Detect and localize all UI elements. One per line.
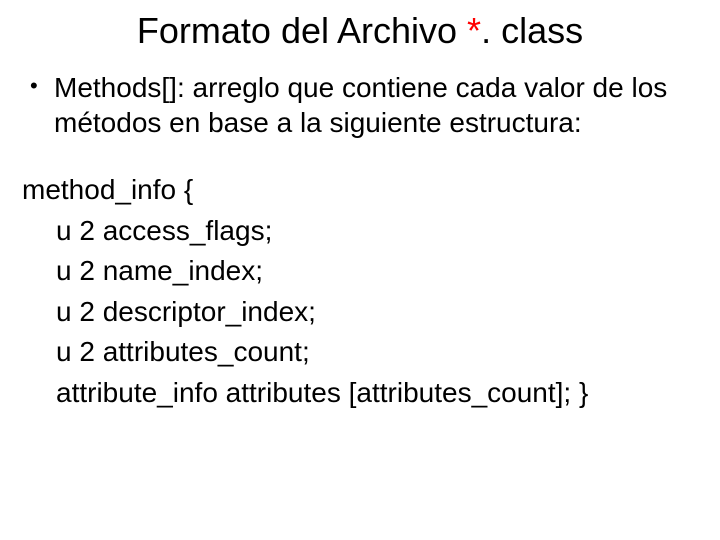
code-block: method_info { u 2 access_flags; u 2 name…	[22, 170, 700, 414]
bullet-dot-icon: •	[30, 70, 54, 102]
slide: Formato del Archivo *. class • Methods[]…	[0, 0, 720, 540]
title-part-after: . class	[481, 10, 583, 51]
code-line-1: u 2 access_flags;	[22, 211, 700, 252]
code-line-3: u 2 descriptor_index;	[22, 292, 700, 333]
title-part-before: Formato del Archivo	[137, 10, 467, 51]
code-line-0: method_info {	[22, 170, 700, 211]
bullet-item: • Methods[]: arreglo que contiene cada v…	[30, 70, 700, 140]
title-part-star: *	[467, 10, 481, 51]
code-line-5: attribute_info attributes [attributes_co…	[22, 373, 700, 414]
bullet-text: Methods[]: arreglo que contiene cada val…	[54, 70, 700, 140]
code-line-4: u 2 attributes_count;	[22, 332, 700, 373]
code-line-2: u 2 name_index;	[22, 251, 700, 292]
slide-title: Formato del Archivo *. class	[20, 10, 700, 52]
